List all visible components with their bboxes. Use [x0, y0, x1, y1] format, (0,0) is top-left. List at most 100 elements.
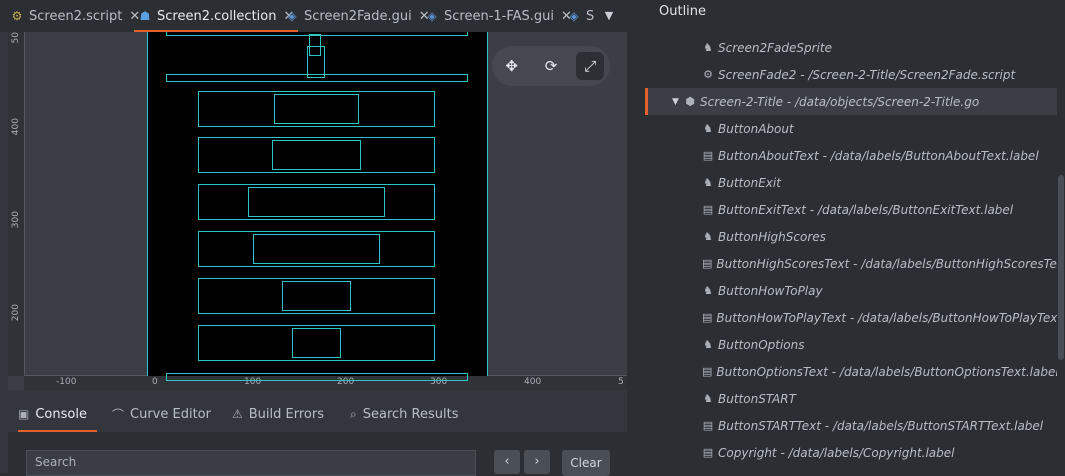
outline-item-label: ButtonOptionsText - /data/labels/ButtonO… [716, 364, 1057, 379]
outline-item[interactable]: ♞ ButtonHowToPlay [645, 277, 1057, 304]
button-exit-text-shape[interactable] [272, 140, 361, 170]
outline-item[interactable]: ▤ Copyright - /data/labels/Copyright.labe… [645, 439, 1057, 466]
editor-pane: ⚙ Screen2.script ✕ ☗ Screen2.collection … [0, 0, 627, 476]
tab-label: Search Results [362, 406, 459, 422]
next-button[interactable]: › [524, 450, 550, 474]
sprite-icon: ♞ [703, 230, 713, 243]
outline-item[interactable]: ♞ ButtonExit [645, 169, 1057, 196]
outline-item-label: ButtonHowToPlayText - /data/labels/Butto… [716, 310, 1057, 325]
ruler-label: 5 [618, 377, 624, 387]
search-placeholder: Search [35, 455, 77, 469]
outline-item-label: Screen2FadeSprite [718, 40, 832, 55]
button-about-text-shape[interactable] [274, 94, 359, 124]
tab-console[interactable]: ▣ Console [18, 396, 97, 432]
tab-screen2fade-gui[interactable]: ◈ Screen2Fade.gui ✕ [285, 0, 429, 32]
gameobject-icon: ⬢ [685, 95, 695, 108]
outline-item[interactable]: ♞ ButtonSTART [645, 385, 1057, 412]
tab-label: Screen2.collection [157, 8, 277, 24]
tab-screen2-collection[interactable]: ☗ Screen2.collection ✕ [134, 0, 299, 32]
outline-pane: Outline ♞ Screen2FadeSprite ⚙ ScreenFade2 -… [645, 0, 1065, 473]
sprite-icon: ♞ [703, 284, 713, 297]
gear-icon: ⚙ [11, 9, 23, 23]
header-bar-shape[interactable] [166, 74, 468, 82]
outline-item-label: Screen-2-Title - /data/objects/Screen-2-… [700, 94, 980, 109]
outline-title: Outline [659, 4, 707, 19]
tab-label: Screen2Fade.gui [304, 8, 412, 24]
sprite-icon: ♞ [703, 338, 713, 351]
sprite-icon: ♞ [703, 176, 713, 189]
collection-icon: ☗ [139, 9, 151, 23]
outline-item-label: ButtonHowToPlay [718, 283, 823, 298]
console-search-input[interactable]: Search [26, 450, 476, 476]
ruler-label: 400 [524, 377, 542, 387]
tab-screen2-script[interactable]: ⚙ Screen2.script ✕ [10, 0, 141, 32]
prev-button[interactable]: ‹ [494, 450, 520, 474]
label-icon: ▤ [702, 365, 713, 378]
tab-label: S [586, 8, 595, 24]
label-icon: ▤ [702, 311, 713, 324]
button-options-text-shape[interactable] [282, 281, 351, 311]
sprite-icon: ♞ [703, 41, 713, 54]
button-howtoplay-text-shape[interactable] [253, 234, 380, 264]
ruler-label: 400 [11, 118, 21, 136]
outline-scrollbar[interactable] [1058, 175, 1064, 360]
outline-item[interactable]: ▤ ButtonSTARTText - /data/labels/ButtonST… [645, 412, 1057, 439]
outline-item-label: ButtonSTARTText - /data/labels/ButtonSTA… [718, 418, 1044, 433]
tab-label: Screen2.script [29, 8, 123, 24]
outline-item-label: ButtonAboutText - /data/labels/ButtonAbo… [718, 148, 1039, 163]
outline-item[interactable]: ▤ ButtonExitText - /data/labels/ButtonExi… [645, 196, 1057, 223]
outline-item-label: ScreenFade2 - /Screen-2-Title/Screen2Fad… [718, 67, 1016, 82]
vertical-ruler: 50 400 300 200 [8, 32, 25, 376]
rotate-tool-icon[interactable]: ⟳ [537, 52, 565, 80]
console-icon: ▣ [18, 407, 30, 421]
tab-screen1-fas-gui[interactable]: ◈ Screen-1-FAS.gui ✕ [425, 0, 572, 32]
label-icon: ▤ [702, 446, 714, 459]
sprite-icon: ♞ [703, 122, 713, 135]
move-tool-icon[interactable]: ✥ [498, 52, 526, 80]
ruler-label: 0 [152, 377, 158, 387]
console-toolbar: Search ‹ › Clear [8, 432, 627, 476]
gui-icon: ◈ [569, 9, 579, 23]
outline-item[interactable]: ▤ ButtonOptionsText - /data/labels/Button… [645, 358, 1057, 385]
outline-item-label: ButtonHighScores [718, 229, 826, 244]
search-icon: ⌕ [350, 406, 357, 421]
ruler-label: 50 [11, 32, 21, 44]
label-icon: ▤ [702, 419, 714, 432]
label-icon: ▤ [702, 149, 714, 162]
outline-tree[interactable]: ♞ Screen2FadeSprite ⚙ ScreenFade2 - /Screen… [645, 34, 1057, 466]
outline-item[interactable]: ♞ Screen2FadeSprite [645, 34, 1057, 61]
expand-arrow-icon[interactable]: ▼ [672, 97, 684, 107]
button-highscores-text-shape[interactable] [248, 187, 385, 217]
tab-search-results[interactable]: ⌕ Search Results [350, 396, 458, 432]
gear-icon: ⚙ [703, 68, 713, 81]
outline-item[interactable]: ⚙ ScreenFade2 - /Screen-2-Title/Screen2Fa… [645, 61, 1057, 88]
tab-curve-editor[interactable]: ⌒ Curve Editor [112, 396, 211, 432]
tab-label: Screen-1-FAS.gui [444, 8, 555, 24]
tab-build-errors[interactable]: ⚠ Build Errors [232, 396, 324, 432]
game-canvas[interactable] [147, 32, 488, 381]
outline-item-label: ButtonOptions [718, 337, 805, 352]
outline-item-label: ButtonExit [718, 175, 781, 190]
manipulator-toolbar: ✥ ⟳ ⤢ [492, 46, 610, 86]
outline-item[interactable]: ♞ ButtonHighScores [645, 223, 1057, 250]
outline-item[interactable]: ▤ ButtonHighScoresText - /data/labels/But… [645, 250, 1057, 277]
sprite-icon: ♞ [703, 392, 713, 405]
outline-item[interactable]: ♞ ButtonOptions [645, 331, 1057, 358]
gui-icon: ◈ [287, 9, 297, 23]
button-start-text-shape[interactable] [292, 328, 341, 358]
error-icon: ⚠ [232, 407, 243, 421]
tab-label: Console [35, 406, 87, 422]
outline-item[interactable]: ▼ ⬢ Screen-2-Title - /data/objects/Screen-… [645, 88, 1057, 115]
bottom-bar-shape[interactable] [166, 373, 468, 381]
clear-button[interactable]: Clear [562, 450, 610, 476]
label-icon: ▤ [702, 203, 714, 216]
scene-viewport[interactable]: 50 400 300 200 -100 0 100 200 300 400 5 [8, 32, 627, 390]
outline-item-label: ButtonSTART [718, 391, 796, 406]
tab-overflow-menu-icon[interactable]: ▼ [599, 6, 619, 26]
tab-truncated[interactable]: ◈ S [567, 0, 594, 32]
outline-item[interactable]: ▤ ButtonHowToPlayText - /data/labels/Butt… [645, 304, 1057, 331]
ruler-label: 300 [11, 211, 21, 229]
outline-item[interactable]: ▤ ButtonAboutText - /data/labels/ButtonAb… [645, 142, 1057, 169]
scale-tool-icon[interactable]: ⤢ [576, 52, 605, 80]
outline-item[interactable]: ♞ ButtonAbout [645, 115, 1057, 142]
